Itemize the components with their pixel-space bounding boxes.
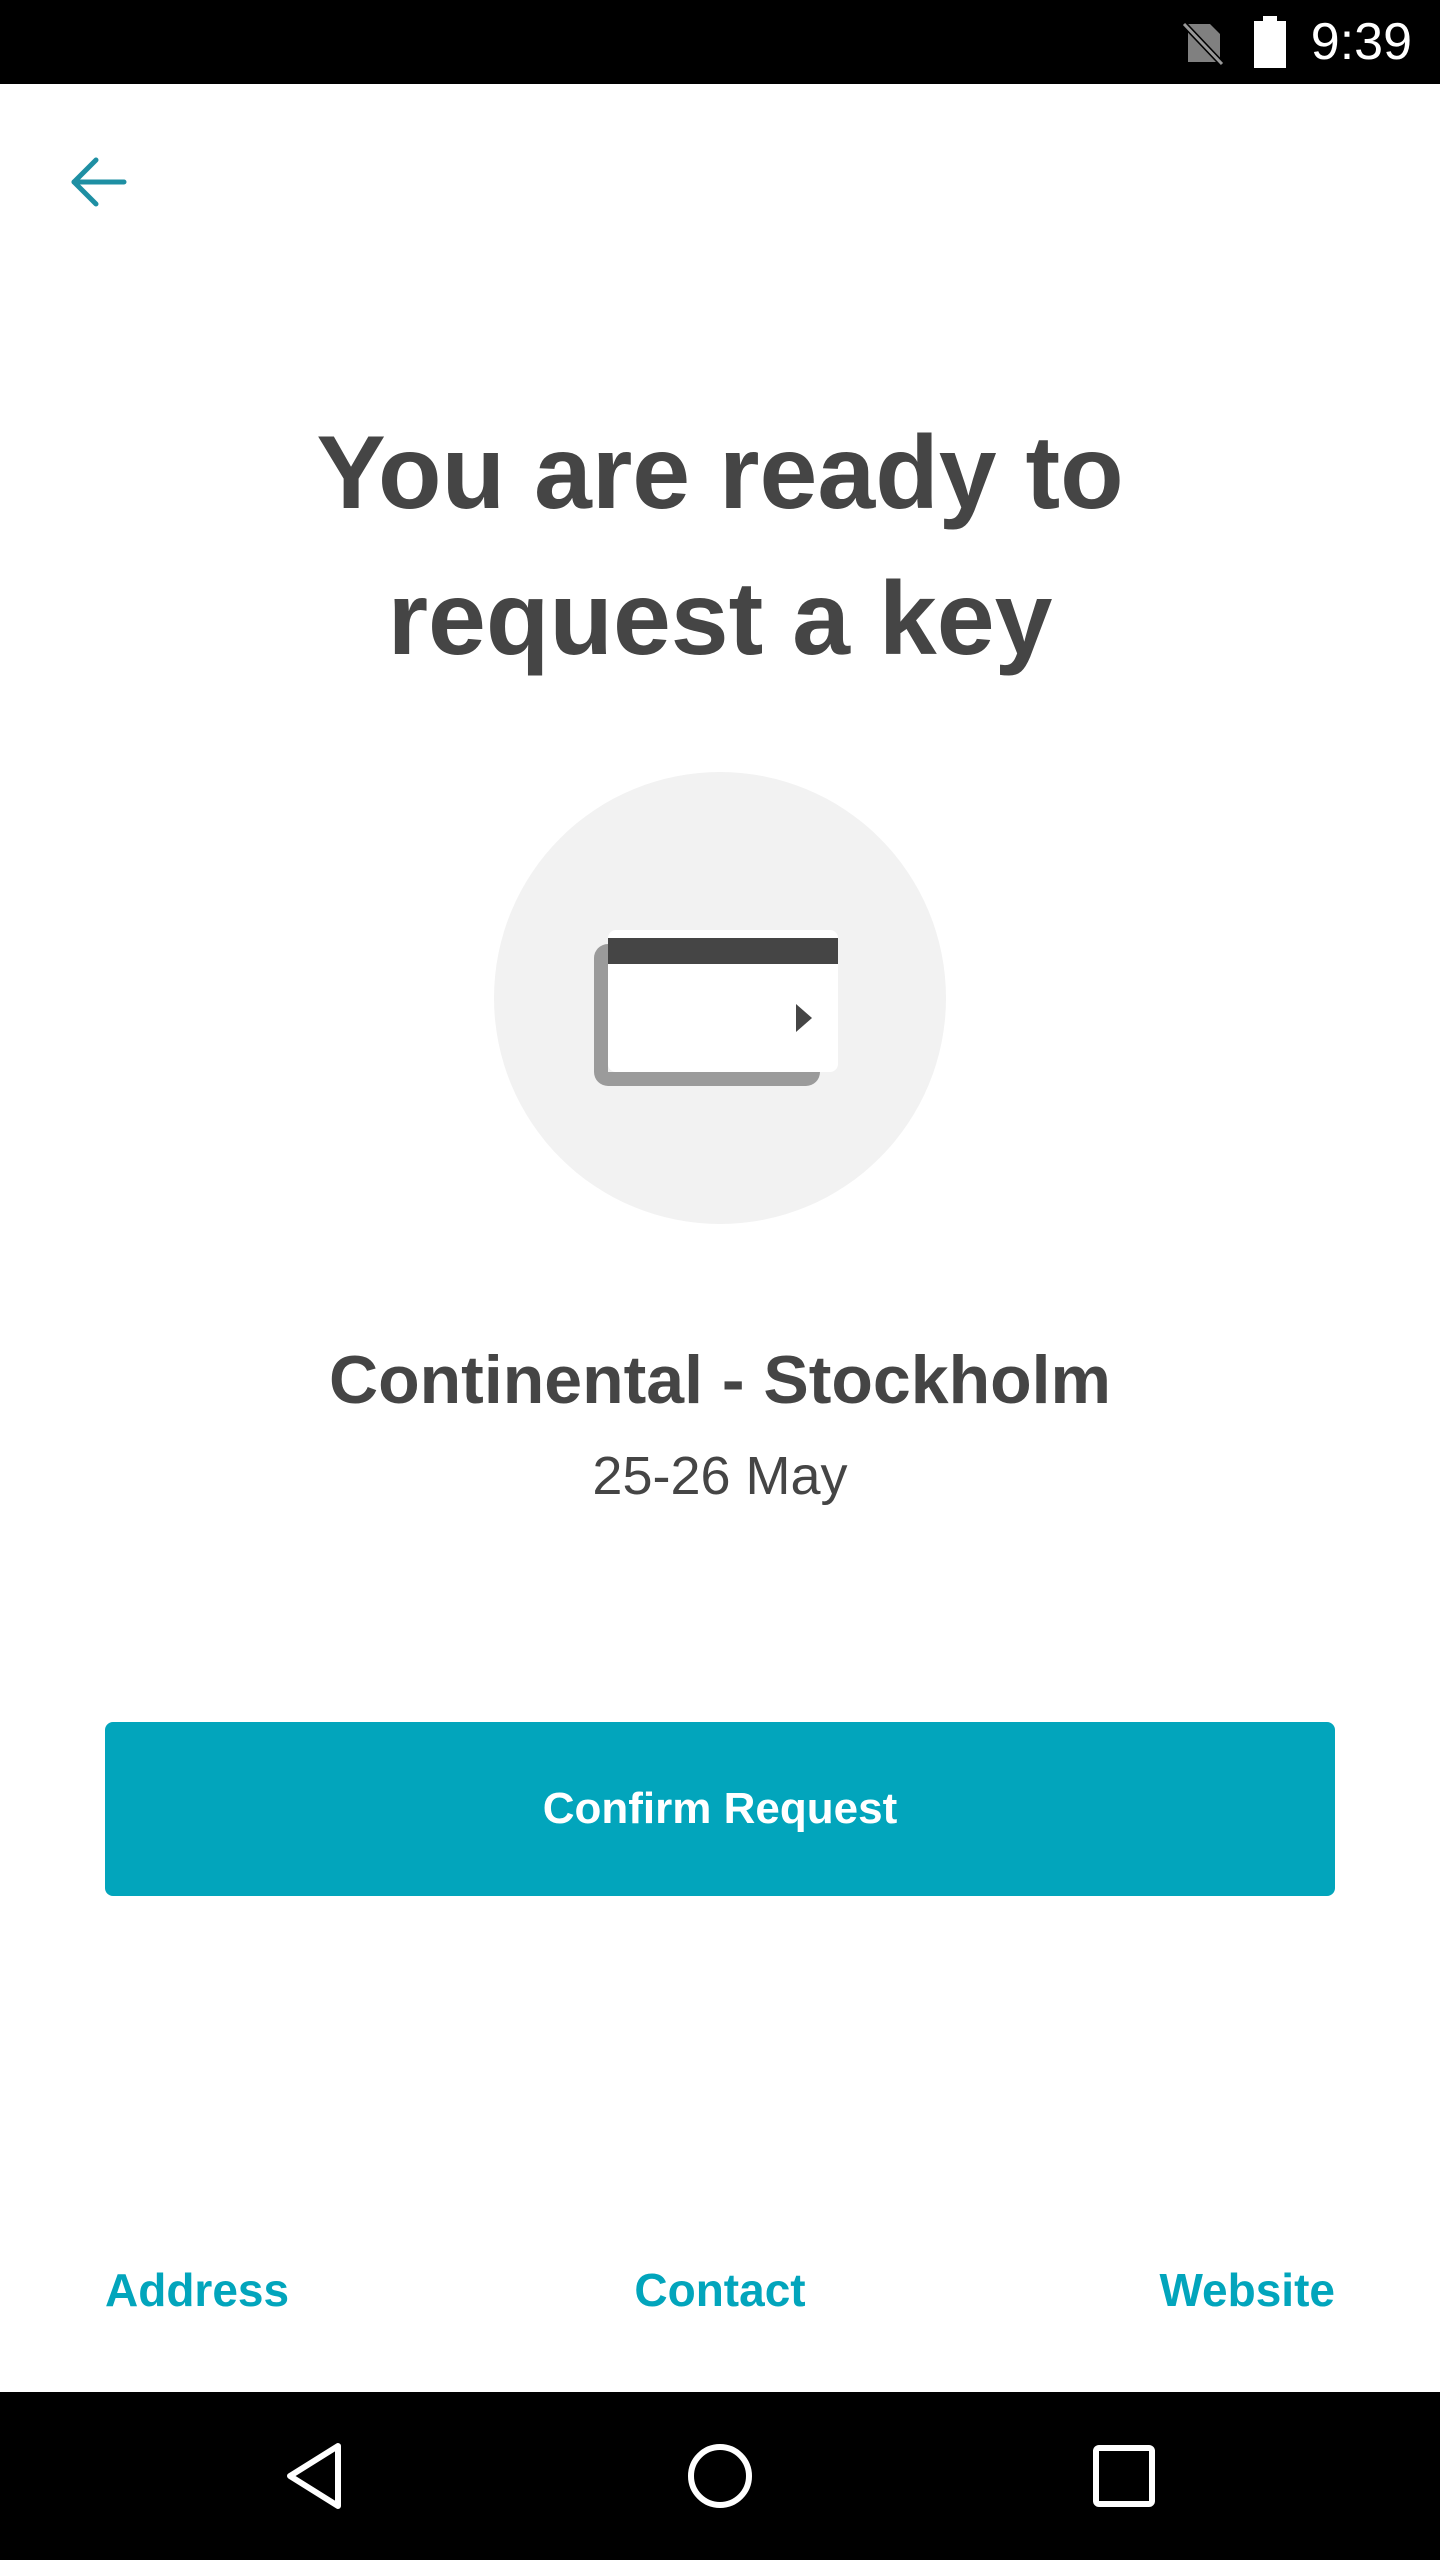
- battery-icon: [1254, 16, 1286, 68]
- nav-recents-icon[interactable]: [1082, 2434, 1166, 2518]
- no-sim-icon: [1181, 21, 1224, 66]
- arrow-left-icon: [71, 157, 127, 207]
- stay-dates: 25-26 May: [592, 1446, 848, 1506]
- screen: 9:39 You are ready to request a key Cont…: [0, 0, 1440, 2560]
- website-link[interactable]: Website: [1159, 2258, 1335, 2322]
- status-bar: 9:39: [0, 0, 1440, 84]
- status-time: 9:39: [1310, 13, 1412, 71]
- confirm-request-button[interactable]: Confirm Request: [105, 1722, 1335, 1896]
- nav-back-icon[interactable]: [274, 2434, 358, 2518]
- hotel-name: Continental - Stockholm: [329, 1342, 1111, 1418]
- nav-home-icon[interactable]: [678, 2434, 762, 2518]
- navigation-bar: [0, 2392, 1440, 2560]
- key-card-illustration: [494, 772, 946, 1224]
- back-button[interactable]: [56, 140, 140, 224]
- page-title: You are ready to request a key: [316, 415, 1124, 677]
- key-card-icon: [594, 930, 838, 1086]
- address-link[interactable]: Address: [105, 2258, 289, 2322]
- contact-link[interactable]: Contact: [520, 2258, 920, 2322]
